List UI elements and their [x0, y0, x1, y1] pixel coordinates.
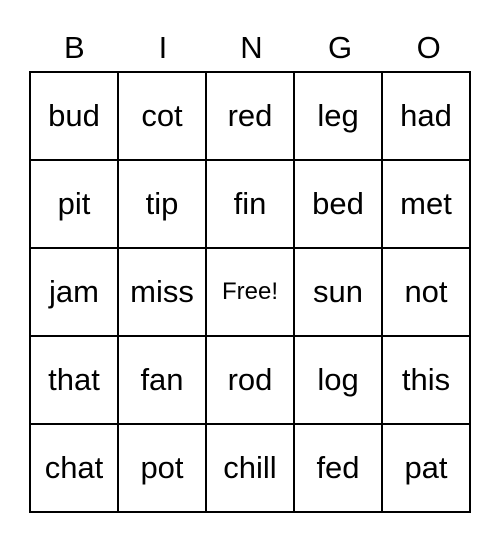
- bingo-cell[interactable]: sun: [293, 247, 383, 337]
- header-letter: I: [158, 30, 168, 65]
- header-letter: G: [328, 30, 353, 65]
- grid-row: pit tip fin bed met: [29, 159, 471, 249]
- bingo-cell[interactable]: met: [381, 159, 471, 249]
- bingo-cell[interactable]: tip: [117, 159, 207, 249]
- bingo-cell[interactable]: this: [381, 335, 471, 425]
- bingo-cell[interactable]: pot: [117, 423, 207, 513]
- bingo-cell[interactable]: jam: [29, 247, 119, 337]
- bingo-cell[interactable]: rod: [205, 335, 295, 425]
- bingo-cell[interactable]: that: [29, 335, 119, 425]
- bingo-cell[interactable]: not: [381, 247, 471, 337]
- bingo-cell[interactable]: fan: [117, 335, 207, 425]
- bingo-cell[interactable]: pit: [29, 159, 119, 249]
- bingo-cell[interactable]: bed: [293, 159, 383, 249]
- header-letter: B: [63, 30, 85, 65]
- bingo-cell[interactable]: cot: [117, 71, 207, 161]
- header-letter: O: [416, 30, 441, 65]
- bingo-header: B I N G O: [30, 28, 473, 68]
- bingo-cell[interactable]: red: [205, 71, 295, 161]
- bingo-cell[interactable]: miss: [117, 247, 207, 337]
- grid-row: that fan rod log this: [29, 335, 471, 425]
- free-space-cell[interactable]: Free!: [205, 247, 295, 337]
- bingo-cell[interactable]: chat: [29, 423, 119, 513]
- bingo-cell[interactable]: log: [293, 335, 383, 425]
- bingo-cell[interactable]: had: [381, 71, 471, 161]
- grid-row: chat pot chill fed pat: [29, 423, 471, 513]
- bingo-cell[interactable]: fed: [293, 423, 383, 513]
- grid-row: bud cot red leg had: [29, 71, 471, 161]
- grid-row: jam miss Free! sun not: [29, 247, 471, 337]
- header-letter: N: [240, 30, 263, 65]
- bingo-cell[interactable]: leg: [293, 71, 383, 161]
- bingo-cell[interactable]: chill: [205, 423, 295, 513]
- bingo-cell[interactable]: pat: [381, 423, 471, 513]
- bingo-grid: bud cot red leg had pit tip fin bed met jam miss Fre…: [29, 71, 471, 513]
- bingo-cell[interactable]: bud: [29, 71, 119, 161]
- bingo-cell[interactable]: fin: [205, 159, 295, 249]
